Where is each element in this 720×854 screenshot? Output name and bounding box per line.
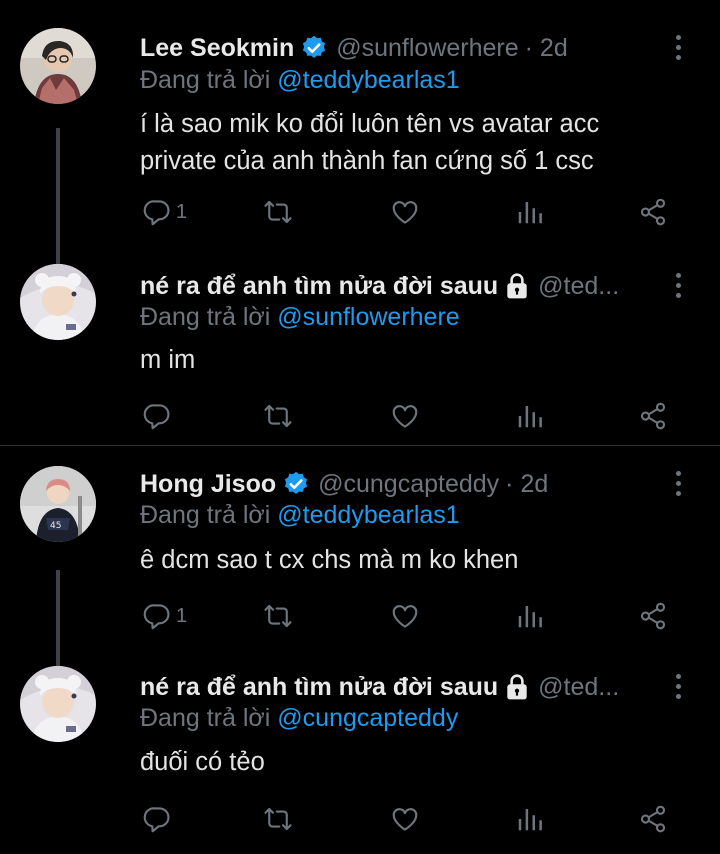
mention-link[interactable]: @teddybearlas1 <box>277 501 459 529</box>
svg-text:45: 45 <box>50 521 61 531</box>
retweet-icon <box>263 601 293 631</box>
reply-button[interactable] <box>142 396 172 436</box>
username[interactable]: @ted... <box>538 673 660 702</box>
share-button[interactable] <box>638 799 668 839</box>
tweet-text: í là sao mik ko đổi luôn tên vs avatar a… <box>140 106 680 180</box>
action-bar: 1 <box>130 192 690 232</box>
replying-to-label: Đang trả lời <box>140 303 278 331</box>
reply-count: 1 <box>176 604 188 627</box>
avatar-image <box>20 264 96 340</box>
reply-icon <box>142 601 172 631</box>
username[interactable]: @ted... <box>538 272 660 301</box>
tweet[interactable]: né ra để anh tìm nửa đời sauu @ted... Đa… <box>0 652 720 854</box>
share-button[interactable] <box>638 596 668 636</box>
tweet-header: Hong Jisoo @cungcapteddy · 2d <box>140 467 660 501</box>
tweet-text: đuối có tẻo <box>140 748 265 776</box>
display-name[interactable]: né ra để anh tìm nửa đời sauu <box>140 673 498 702</box>
like-icon <box>390 401 420 431</box>
share-icon <box>638 197 668 227</box>
analytics-button[interactable] <box>515 396 545 436</box>
retweet-icon <box>263 401 293 431</box>
verified-badge-icon <box>300 34 328 62</box>
avatar-image: 45 <box>20 466 96 542</box>
like-button[interactable] <box>390 596 420 636</box>
retweet-button[interactable] <box>263 396 293 436</box>
display-name[interactable]: Lee Seokmin <box>140 34 294 63</box>
analytics-icon <box>515 401 545 431</box>
avatar-image <box>20 28 96 104</box>
action-bar <box>130 799 690 839</box>
reply-icon <box>142 401 172 431</box>
tweet-header: né ra để anh tìm nửa đời sauu @ted... <box>140 269 660 303</box>
reply-button[interactable]: 1 <box>142 192 187 232</box>
retweet-button[interactable] <box>263 596 293 636</box>
more-icon[interactable] <box>668 30 688 64</box>
share-button[interactable] <box>638 192 668 232</box>
like-icon <box>390 601 420 631</box>
username[interactable]: @sunflowerhere <box>336 34 518 63</box>
reply-icon <box>142 197 172 227</box>
lock-icon <box>504 673 530 701</box>
replying-to: Đang trả lời @teddybearlas1 <box>140 66 460 95</box>
share-icon <box>638 804 668 834</box>
more-icon[interactable] <box>668 268 688 302</box>
tweet-text-line: í là sao mik ko đổi luôn tên vs avatar a… <box>140 110 600 138</box>
reply-button[interactable]: 1 <box>142 596 187 636</box>
replying-to: Đang trả lời @teddybearlas1 <box>140 501 460 530</box>
reply-icon <box>142 804 172 834</box>
replying-to-label: Đang trả lời <box>140 501 278 529</box>
like-icon <box>390 197 420 227</box>
action-bar <box>130 396 690 436</box>
avatar[interactable] <box>20 264 96 340</box>
reply-button[interactable] <box>142 799 172 839</box>
verified-badge-icon <box>282 470 310 498</box>
timestamp[interactable]: · 2d <box>525 34 568 63</box>
retweet-icon <box>263 197 293 227</box>
tweet-header: Lee Seokmin @sunflowerhere · 2d <box>140 31 660 65</box>
avatar[interactable] <box>20 666 96 742</box>
more-icon[interactable] <box>668 669 688 703</box>
replying-to-label: Đang trả lời <box>140 66 278 94</box>
timestamp[interactable]: · 2d <box>505 470 548 499</box>
tweet-text-line: private của anh thành fan cứng số 1 csc <box>140 147 594 175</box>
share-icon <box>638 601 668 631</box>
lock-icon <box>504 272 530 300</box>
avatar[interactable]: 45 <box>20 466 96 542</box>
retweet-button[interactable] <box>263 192 293 232</box>
like-icon <box>390 804 420 834</box>
reply-count: 1 <box>176 200 188 223</box>
share-icon <box>638 401 668 431</box>
avatar[interactable] <box>20 28 96 104</box>
tweet[interactable]: 45 Hong Jisoo @cungcapteddy · 2d Đang tr… <box>0 446 720 652</box>
analytics-button[interactable] <box>515 192 545 232</box>
mention-link[interactable]: @teddybearlas1 <box>277 66 459 94</box>
mention-link[interactable]: @cungcapteddy <box>277 704 458 732</box>
analytics-icon <box>515 197 545 227</box>
replying-to: Đang trả lời @cungcapteddy <box>140 704 458 733</box>
retweet-button[interactable] <box>263 799 293 839</box>
action-bar: 1 <box>130 596 690 636</box>
retweet-icon <box>263 804 293 834</box>
like-button[interactable] <box>390 396 420 436</box>
analytics-icon <box>515 601 545 631</box>
tweet[interactable]: né ra để anh tìm nửa đời sauu @ted... Đa… <box>0 250 720 444</box>
share-button[interactable] <box>638 396 668 436</box>
analytics-icon <box>515 804 545 834</box>
username[interactable]: @cungcapteddy <box>318 470 499 499</box>
tweet-header: né ra để anh tìm nửa đời sauu @ted... <box>140 670 660 704</box>
replying-to: Đang trả lời @sunflowerhere <box>140 303 460 332</box>
like-button[interactable] <box>390 192 420 232</box>
display-name[interactable]: Hong Jisoo <box>140 470 276 499</box>
tweet[interactable]: Lee Seokmin @sunflowerhere · 2d Đang trả… <box>0 0 720 250</box>
mention-link[interactable]: @sunflowerhere <box>277 303 459 331</box>
replying-to-label: Đang trả lời <box>140 704 278 732</box>
like-button[interactable] <box>390 799 420 839</box>
display-name[interactable]: né ra để anh tìm nửa đời sauu <box>140 272 498 301</box>
more-icon[interactable] <box>668 466 688 500</box>
avatar-image <box>20 666 96 742</box>
analytics-button[interactable] <box>515 799 545 839</box>
tweet-text: ê dcm sao t cx chs mà m ko khen <box>140 546 519 574</box>
analytics-button[interactable] <box>515 596 545 636</box>
tweet-text: m im <box>140 346 196 374</box>
